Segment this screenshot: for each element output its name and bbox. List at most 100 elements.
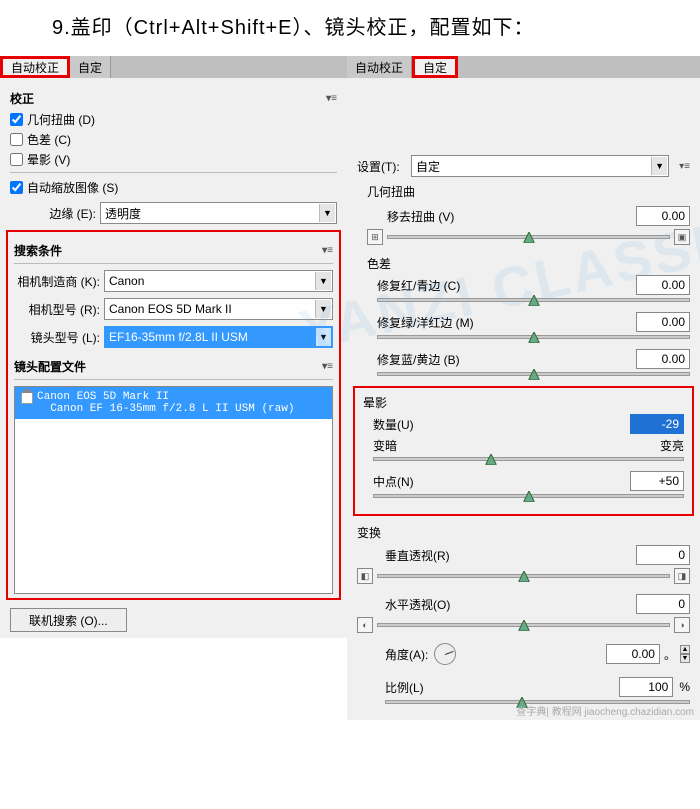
- tab-auto-correct-left[interactable]: 自动校正: [0, 56, 70, 78]
- amount-label: 数量(U): [373, 416, 630, 433]
- midpoint-label: 中点(N): [373, 473, 630, 490]
- lens-profile-list[interactable]: Canon EOS 5D Mark II Canon EF 16-35mm f/…: [14, 386, 333, 594]
- darker-label: 变暗: [373, 437, 397, 454]
- hpersp-value[interactable]: 0: [636, 594, 690, 614]
- correction-section-title: 校正 ▾≡: [10, 90, 337, 107]
- house-icon: [21, 392, 33, 404]
- barrel-icon: ⊞: [367, 229, 383, 245]
- chevron-down-icon: ▼: [315, 300, 331, 318]
- left-tab-row: 自动校正 自定: [0, 56, 347, 78]
- slider-by[interactable]: [377, 372, 690, 376]
- scale-unit: %: [679, 680, 690, 694]
- right-tab-row: 自动校正 自定: [347, 56, 700, 78]
- slider-hpersp[interactable]: [377, 623, 670, 627]
- angle-spinner[interactable]: ▲▼: [680, 645, 690, 663]
- settings-label: 设置(T):: [357, 158, 411, 175]
- maker-combo[interactable]: Canon ▼: [104, 270, 333, 292]
- perspective-left-icon: ◐: [357, 617, 373, 633]
- scale-label: 比例(L): [385, 679, 619, 696]
- lens-profile-item-selected[interactable]: Canon EOS 5D Mark II Canon EF 16-35mm f/…: [15, 387, 332, 419]
- geo-distort-label: 几何扭曲 (D): [27, 111, 95, 128]
- perspective-bottom-icon: ◨: [674, 568, 690, 584]
- degree-symbol: 。: [664, 646, 676, 663]
- model-value: Canon EOS 5D Mark II: [109, 302, 232, 316]
- angle-value[interactable]: 0.00: [606, 644, 660, 664]
- chevron-down-icon: ▼: [319, 204, 335, 222]
- lens-label: 镜头型号 (L):: [14, 329, 104, 346]
- scale-value[interactable]: 100: [619, 677, 673, 697]
- geo-title: 几何扭曲: [367, 183, 690, 200]
- fix-rc-value[interactable]: 0.00: [636, 275, 690, 295]
- profile-title: 镜头配置文件: [14, 358, 86, 375]
- slider-rc[interactable]: [377, 298, 690, 302]
- menu-icon[interactable]: ▾≡: [322, 361, 333, 372]
- tab-custom-left[interactable]: 自定: [70, 56, 111, 78]
- fix-rc-label: 修复红/青边 (C): [377, 277, 636, 294]
- right-panel: 自动校正 自定 YANZI CLASSROOM 设置(T): 自定 ▼ ▾≡ 几…: [347, 56, 700, 720]
- panels-container: 自动校正 自定 校正 ▾≡ 几何扭曲 (D) 色差 (C) 晕影 (V) 自动缩…: [0, 56, 700, 720]
- hpersp-label: 水平透视(O): [385, 596, 636, 613]
- search-criteria-highlight: 搜索条件 ▾≡ 相机制造商 (K): Canon ▼ 相机型号 (R): Can…: [6, 230, 341, 600]
- amount-value[interactable]: -29: [630, 414, 684, 434]
- tab-custom-right[interactable]: 自定: [412, 56, 458, 78]
- footer-watermark: 查字典| 教程网 jiaocheng.chazidian.com: [516, 703, 694, 718]
- perspective-top-icon: ◧: [357, 568, 373, 584]
- instruction-text: 9.盖印（Ctrl+Alt+Shift+E）、镜头校正，配置如下：: [0, 10, 700, 46]
- checkbox-vignette[interactable]: [10, 153, 23, 166]
- slider-amount[interactable]: [373, 457, 684, 461]
- remove-distort-label: 移去扭曲 (V): [387, 208, 636, 225]
- right-panel-body: YANZI CLASSROOM 设置(T): 自定 ▼ ▾≡ 几何扭曲 移去扭曲…: [347, 78, 700, 720]
- slider-remove-distort[interactable]: [387, 235, 670, 239]
- fix-by-value[interactable]: 0.00: [636, 349, 690, 369]
- chevron-down-icon: ▼: [315, 272, 331, 290]
- online-search-button[interactable]: 联机搜索 (O)...: [10, 608, 127, 632]
- remove-distort-value[interactable]: 0.00: [636, 206, 690, 226]
- vpersp-value[interactable]: 0: [636, 545, 690, 565]
- correction-label: 校正: [10, 90, 34, 107]
- menu-icon[interactable]: ▾≡: [322, 245, 333, 256]
- chevron-down-icon: ▼: [315, 328, 331, 346]
- profile-line2: Canon EF 16-35mm f/2.8 L II USM (raw): [50, 403, 294, 415]
- angle-dial[interactable]: [434, 643, 456, 665]
- maker-label: 相机制造商 (K):: [14, 273, 104, 290]
- settings-combo[interactable]: 自定 ▼: [411, 155, 669, 177]
- slider-gm[interactable]: [377, 335, 690, 339]
- edge-combo[interactable]: 透明度 ▼: [100, 202, 337, 224]
- vignette-highlight: 晕影 数量(U) -29 变暗 变亮 中点(N) +50: [353, 386, 694, 516]
- transform-title: 变换: [357, 524, 690, 541]
- perspective-right-icon: ◑: [674, 617, 690, 633]
- slider-midpoint[interactable]: [373, 494, 684, 498]
- chroma-section-title: 色差: [367, 255, 690, 272]
- settings-value: 自定: [416, 158, 440, 175]
- checkbox-chroma[interactable]: [10, 133, 23, 146]
- left-panel: 自动校正 自定 校正 ▾≡ 几何扭曲 (D) 色差 (C) 晕影 (V) 自动缩…: [0, 56, 347, 720]
- lighter-label: 变亮: [660, 437, 684, 454]
- menu-icon[interactable]: ▾≡: [326, 93, 337, 104]
- angle-label: 角度(A):: [385, 646, 428, 663]
- auto-scale-label: 自动缩放图像 (S): [27, 179, 118, 196]
- pincushion-icon: ▣: [674, 229, 690, 245]
- profile-line1: Canon EOS 5D Mark II: [37, 391, 169, 403]
- tab-auto-correct-right[interactable]: 自动校正: [347, 56, 412, 78]
- vpersp-label: 垂直透视(R): [385, 547, 636, 564]
- edge-value: 透明度: [105, 205, 141, 222]
- menu-icon[interactable]: ▾≡: [679, 161, 690, 172]
- chroma-label: 色差 (C): [27, 131, 71, 148]
- fix-gm-value[interactable]: 0.00: [636, 312, 690, 332]
- fix-gm-label: 修复绿/洋红边 (M): [377, 314, 636, 331]
- fix-by-label: 修复蓝/黄边 (B): [377, 351, 636, 368]
- left-panel-body: 校正 ▾≡ 几何扭曲 (D) 色差 (C) 晕影 (V) 自动缩放图像 (S) …: [0, 78, 347, 638]
- midpoint-value[interactable]: +50: [630, 471, 684, 491]
- maker-value: Canon: [109, 274, 144, 288]
- vignette-label: 晕影 (V): [27, 151, 70, 168]
- search-title: 搜索条件: [14, 242, 62, 259]
- slider-vpersp[interactable]: [377, 574, 670, 578]
- lens-combo[interactable]: EF16-35mm f/2.8L II USM ▼: [104, 326, 333, 348]
- model-label: 相机型号 (R):: [14, 301, 104, 318]
- model-combo[interactable]: Canon EOS 5D Mark II ▼: [104, 298, 333, 320]
- checkbox-auto-scale[interactable]: [10, 181, 23, 194]
- lens-value: EF16-35mm f/2.8L II USM: [109, 330, 248, 344]
- chevron-down-icon: ▼: [651, 157, 667, 175]
- vignette-title: 晕影: [363, 394, 684, 411]
- checkbox-geo-distort[interactable]: [10, 113, 23, 126]
